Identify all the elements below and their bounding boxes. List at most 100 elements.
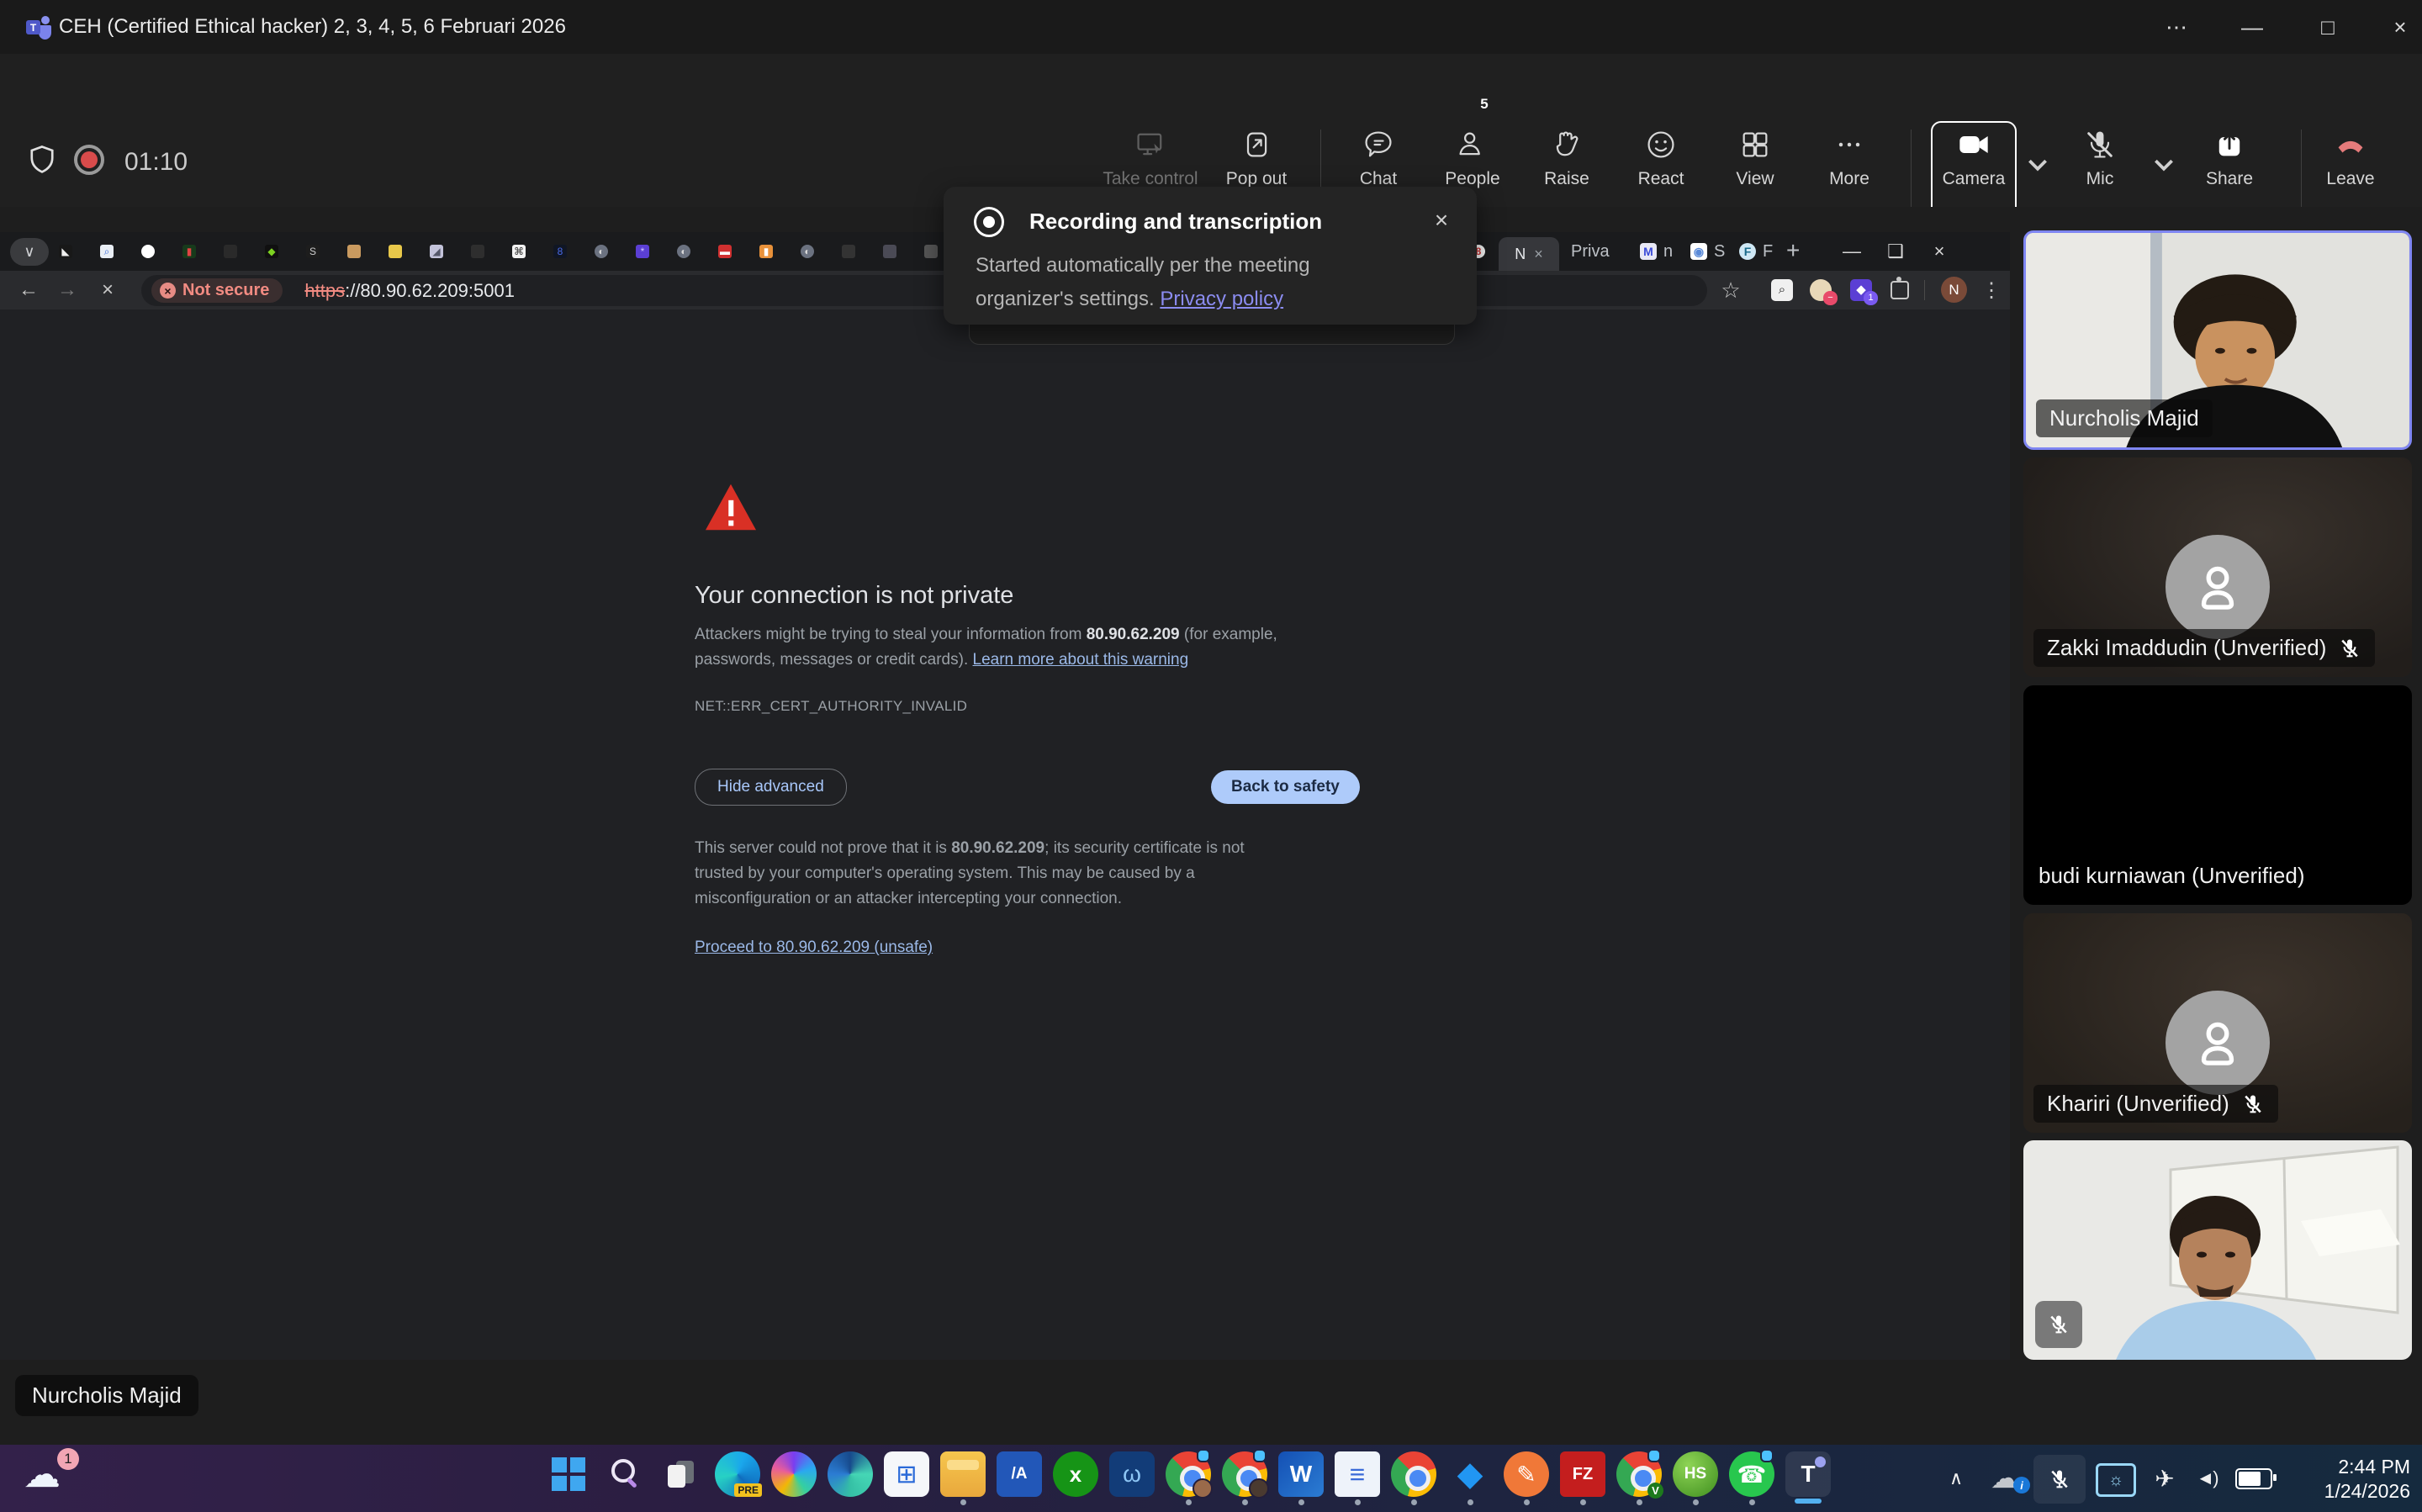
speaker-icon[interactable]: ◄) [2187,1458,2227,1499]
share-button[interactable]: Share [2166,128,2292,189]
pinned-tab[interactable]: ◐ [677,245,690,258]
extension-tampermonkey-icon[interactable]: ⌕ [1771,279,1793,301]
bookmark-star-icon[interactable]: ☆ [1716,277,1746,304]
taskbar-chrome[interactable] [1391,1451,1436,1497]
tab-label-s[interactable]: S [1714,242,1725,262]
taskbar-app-blue[interactable]: ω [1109,1451,1155,1497]
taskbar-file-explorer[interactable] [940,1451,986,1497]
running-indicator [1693,1499,1699,1505]
stop-reload-button[interactable]: × [93,277,123,304]
tray-chevron-icon[interactable]: ∧ [1939,1458,1973,1499]
tab-favicon-s[interactable]: ◉ [1690,243,1707,260]
taskbar-whatsapp[interactable]: ☎ [1729,1451,1774,1497]
pinned-tab[interactable] [224,245,237,258]
pinned-tab[interactable]: ▮ [182,245,196,258]
forward-button[interactable]: → [52,277,82,304]
participant-tile-zakki[interactable]: Zakki Imaddudin (Unverified) [2023,457,2412,677]
participant-tile-self[interactable] [2023,1140,2412,1360]
divider [1924,280,1925,300]
new-tab-button[interactable]: + [1786,237,1800,264]
more-button[interactable]: More [1786,128,1912,189]
notification-close-icon[interactable]: × [1425,204,1458,237]
window-minimize-button[interactable]: — [2225,10,2279,44]
window-maximize-button[interactable]: □ [2301,10,2355,44]
tab-favicon-m[interactable]: M [1640,243,1657,260]
pinned-tab[interactable] [389,245,402,258]
pinned-tab[interactable] [141,245,155,258]
participant-tile-budi[interactable]: budi kurniawan (Unverified) [2023,685,2412,905]
hide-advanced-button[interactable]: Hide advanced [695,769,847,806]
taskbar-pen-app[interactable]: ✎ [1504,1451,1549,1497]
pinned-tab[interactable]: ◣ [59,245,72,258]
profile-avatar[interactable]: N [1941,277,1967,303]
back-to-safety-button[interactable]: Back to safety [1211,770,1360,804]
pinned-tab[interactable]: * [636,245,649,258]
taskbar-notepad[interactable]: ≡ [1335,1451,1380,1497]
active-tab[interactable]: N × [1499,237,1559,271]
taskbar-copilot[interactable] [771,1451,817,1497]
pinned-tab[interactable]: ◆ [265,245,278,258]
pinned-tab[interactable] [347,245,361,258]
studio-effects-icon[interactable]: ☼ [2096,1463,2136,1497]
pinned-tab[interactable] [471,245,484,258]
pinned-tab[interactable]: ◐ [595,245,608,258]
taskbar-vscode[interactable]: ◆ [1447,1451,1493,1497]
browser-restore-button[interactable]: ❑ [1877,239,1914,264]
taskbar-heidisql[interactable]: HS [1673,1451,1718,1497]
tray-mic-muted-button[interactable] [2033,1455,2086,1504]
pop-out-button[interactable]: Pop out [1193,128,1319,189]
mic-button[interactable]: Mic [2037,128,2163,189]
taskbar-start[interactable] [546,1451,591,1497]
pinned-tab[interactable]: S [306,245,320,258]
window-close-button[interactable]: × [2373,10,2422,44]
tab-private[interactable]: Priva [1571,242,1610,262]
back-button[interactable]: ← [13,277,44,304]
tray-clock[interactable]: 2:44 PM 1/24/2026 [2324,1455,2410,1504]
taskbar-chrome-profile-1[interactable] [1166,1451,1211,1497]
pinned-tab[interactable]: ⌕ [100,245,114,258]
camera-button[interactable]: Camera [1911,128,2037,189]
pinned-tab[interactable]: ⌘ [512,245,526,258]
taskbar-chrome-profile-2[interactable] [1222,1451,1267,1497]
pinned-tab[interactable]: ▬ [718,245,732,258]
pinned-tab[interactable]: ◢ [430,245,443,258]
window-more-button[interactable]: ⋯ [2150,10,2203,44]
learn-more-link[interactable]: Learn more about this warning [973,651,1189,669]
taskbar-search[interactable] [602,1451,648,1497]
pinned-tab[interactable]: ◐ [801,245,814,258]
not-secure-chip[interactable]: × Not secure [151,278,283,303]
leave-button[interactable]: Leave [2287,128,2414,189]
extensions-puzzle-icon[interactable] [1891,281,1909,299]
pinned-tab[interactable] [842,245,855,258]
taskbar-copilot-preview[interactable]: PRE [715,1451,760,1497]
pinned-tab[interactable]: ▮ [759,245,773,258]
tab-label-m[interactable]: n [1663,242,1673,262]
tab-favicon-f[interactable]: F [1739,243,1756,260]
taskbar-chrome-v[interactable]: V [1616,1451,1662,1497]
taskbar-app-slash-a[interactable]: /A [997,1451,1042,1497]
participant-tile-nurcholis[interactable]: Nurcholis Majid [2023,230,2412,450]
tab-close-icon[interactable]: × [1534,246,1543,263]
taskbar-edge[interactable] [828,1451,873,1497]
taskbar-word[interactable]: W [1278,1451,1324,1497]
tab-label-f[interactable]: F [1763,242,1773,262]
taskbar-store[interactable]: ⊞ [884,1451,929,1497]
battery-icon[interactable] [2235,1468,2272,1489]
taskbar-filezilla[interactable]: FZ [1560,1451,1605,1497]
pinned-tab[interactable]: 8 [553,245,567,258]
taskbar-teams[interactable]: T [1785,1451,1831,1497]
taskbar-task-view[interactable] [658,1451,704,1497]
running-indicator [1298,1499,1304,1505]
browser-close-button[interactable]: × [1921,239,1958,264]
pop-out-icon [1240,128,1273,161]
pinned-tab[interactable] [883,245,896,258]
airplane-mode-icon[interactable]: ✈ [2146,1458,2183,1499]
taskbar-xbox[interactable]: x [1053,1451,1098,1497]
privacy-policy-link[interactable]: Privacy policy [1160,288,1283,310]
browser-menu-icon[interactable]: ⋮ [1976,277,2007,304]
participant-tile-khariri[interactable]: Khariri (Unverified) [2023,913,2412,1133]
proceed-unsafe-link[interactable]: Proceed to 80.90.62.209 (unsafe) [695,938,933,957]
pinned-tab[interactable] [924,245,938,258]
participant-name-label: Khariri (Unverified) [2033,1085,2278,1123]
browser-minimize-button[interactable]: — [1833,239,1870,264]
